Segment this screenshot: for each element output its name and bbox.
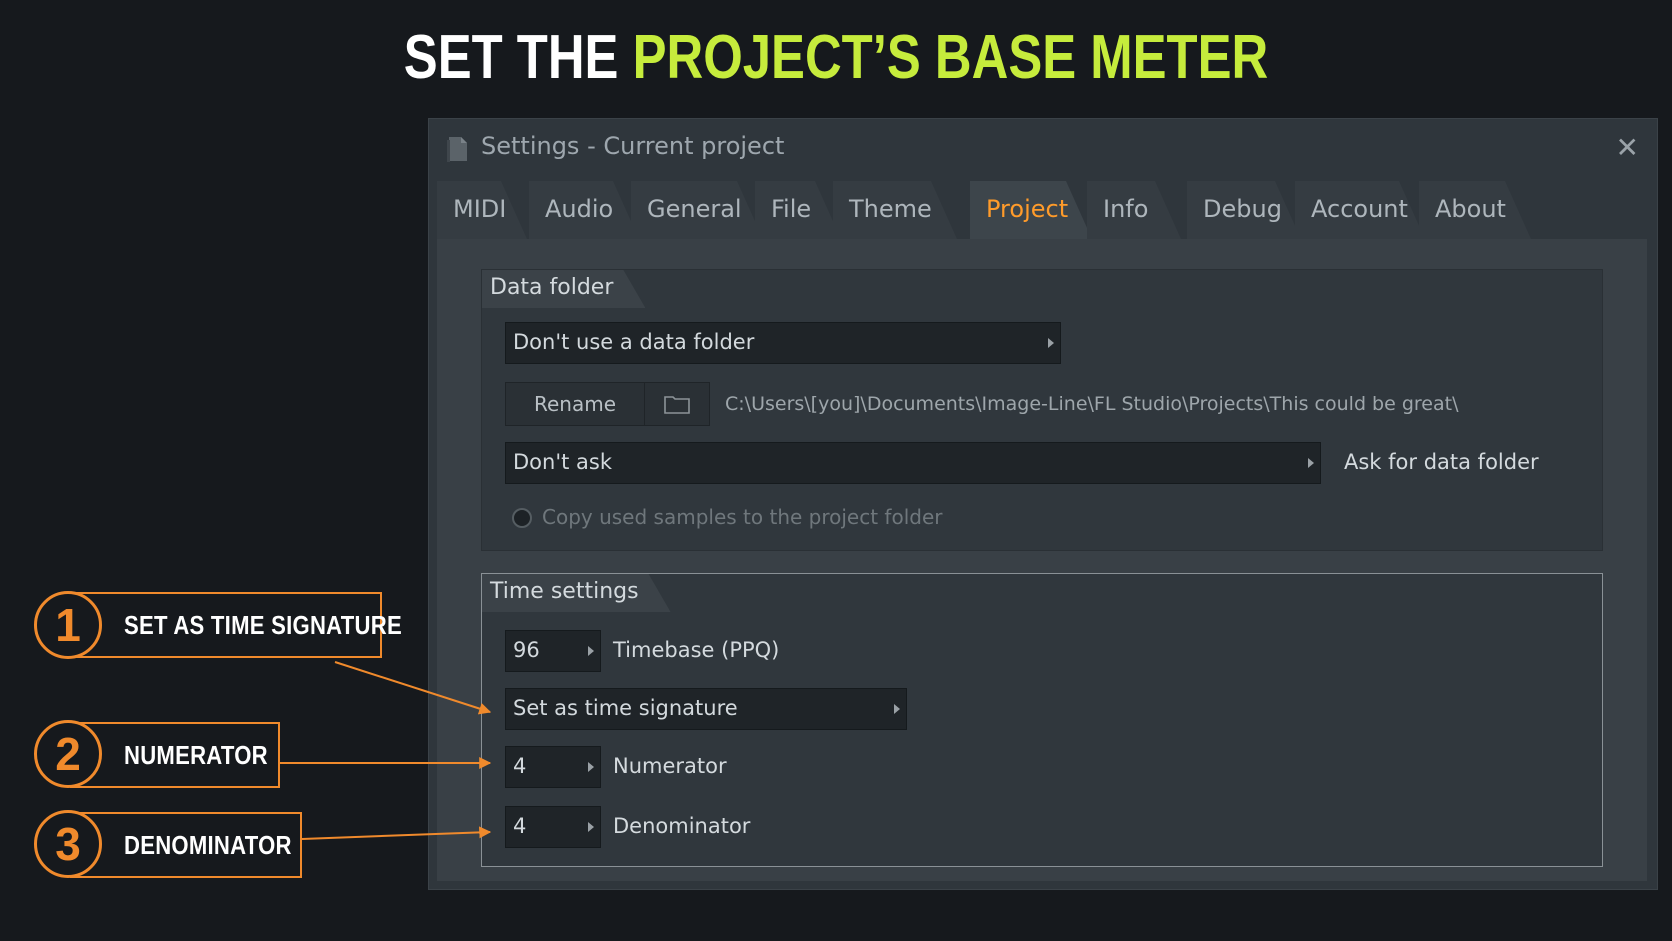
tab-account[interactable]: Account	[1295, 181, 1425, 239]
tab-audio[interactable]: Audio	[529, 181, 639, 239]
tab-info[interactable]: Info	[1087, 181, 1181, 239]
timebase-label: Timebase (PPQ)	[613, 638, 780, 662]
numerator-label: Numerator	[613, 754, 727, 778]
copy-samples-radio[interactable]	[512, 508, 532, 528]
callout-3-number: 3	[34, 810, 102, 878]
data-folder-mode-dropdown[interactable]: Don't use a data folder	[505, 322, 1061, 364]
ask-data-folder-value: Don't ask	[513, 450, 612, 474]
data-folder-title: Data folder	[482, 270, 645, 308]
rename-button[interactable]: Rename	[505, 382, 645, 426]
callout-1-number: 1	[34, 591, 102, 659]
stepper-arrow-icon	[588, 762, 594, 772]
callout-1-label: SET AS TIME SIGNATURE	[70, 592, 402, 658]
project-settings-panel: Data folder Don't use a data folder Rena…	[437, 239, 1647, 881]
stepper-arrow-icon	[588, 646, 594, 656]
window-titlebar: Settings - Current project ✕	[429, 119, 1657, 179]
numerator-value: 4	[513, 754, 527, 778]
headline-part-2: PROJECT’S BASE METER	[632, 23, 1269, 92]
data-folder-group: Data folder Don't use a data folder Rena…	[481, 269, 1603, 551]
tab-midi[interactable]: MIDI	[437, 181, 527, 239]
window-title: Settings - Current project	[481, 132, 785, 160]
data-folder-mode-value: Don't use a data folder	[513, 330, 755, 354]
ask-data-folder-dropdown[interactable]: Don't ask	[505, 442, 1321, 484]
dropdown-arrow-icon	[1308, 458, 1314, 468]
tab-general[interactable]: General	[631, 181, 763, 239]
time-signature-mode-dropdown[interactable]: Set as time signature	[505, 688, 907, 730]
headline-part-1: SET THE	[403, 23, 619, 92]
dropdown-arrow-icon	[894, 704, 900, 714]
dropdown-arrow-icon	[1048, 338, 1054, 348]
timebase-stepper[interactable]: 96	[505, 630, 601, 672]
tab-about[interactable]: About	[1419, 181, 1531, 239]
tab-debug[interactable]: Debug	[1187, 181, 1301, 239]
copy-samples-label: Copy used samples to the project folder	[542, 505, 943, 529]
callout-3-label: DENOMINATOR	[70, 812, 302, 878]
browse-folder-button[interactable]	[644, 382, 710, 426]
numerator-stepper[interactable]: 4	[505, 746, 601, 788]
document-icon	[447, 137, 467, 162]
settings-tabs: MIDI Audio General File Theme Project In…	[437, 181, 1647, 239]
folder-icon	[664, 396, 690, 414]
time-settings-title: Time settings	[482, 574, 671, 612]
tab-theme[interactable]: Theme	[833, 181, 957, 239]
callout-2-number: 2	[34, 720, 102, 788]
data-folder-path: C:\Users\[you]\Documents\Image-Line\FL S…	[725, 393, 1459, 415]
denominator-stepper[interactable]: 4	[505, 806, 601, 848]
settings-window: Settings - Current project ✕ MIDI Audio …	[428, 118, 1658, 890]
ask-data-folder-label: Ask for data folder	[1344, 450, 1539, 474]
timebase-value: 96	[513, 638, 540, 662]
close-icon[interactable]: ✕	[1616, 131, 1639, 164]
page-headline: SET THE PROJECT’S BASE METER	[150, 22, 1521, 93]
denominator-label: Denominator	[613, 814, 751, 838]
tab-project[interactable]: Project	[970, 181, 1092, 239]
time-settings-group: Time settings 96 Timebase (PPQ) Set as t…	[481, 573, 1603, 867]
tab-file[interactable]: File	[755, 181, 841, 239]
time-signature-mode-value: Set as time signature	[513, 696, 738, 720]
denominator-value: 4	[513, 814, 527, 838]
stepper-arrow-icon	[588, 822, 594, 832]
